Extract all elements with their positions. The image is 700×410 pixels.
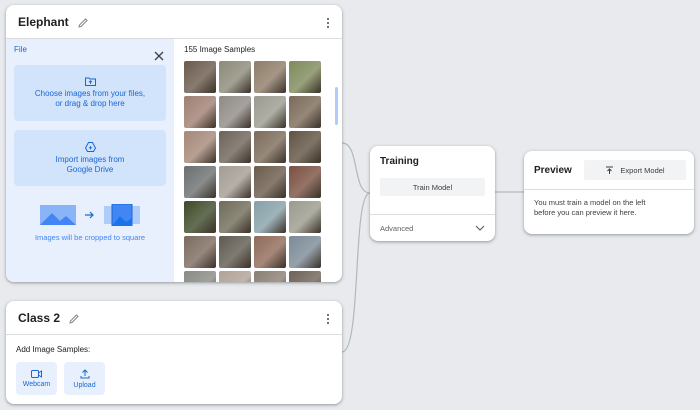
webcam-button[interactable]: Webcam bbox=[16, 362, 57, 395]
upload-icon bbox=[80, 368, 89, 378]
image-sample-thumbnail[interactable] bbox=[184, 96, 216, 128]
class-card-elephant: Elephant File Choose images from your fi… bbox=[6, 5, 342, 282]
preview-message-line-2: before you can preview it here. bbox=[534, 208, 637, 217]
image-sample-thumbnail[interactable] bbox=[219, 271, 251, 282]
image-sample-thumbnail[interactable] bbox=[184, 201, 216, 233]
image-sample-thumbnail[interactable] bbox=[184, 271, 216, 282]
drive-text-1: Import images from bbox=[55, 154, 125, 164]
choose-files-text-1: Choose images from your files, bbox=[34, 89, 146, 98]
image-sample-thumbnail[interactable] bbox=[219, 131, 251, 163]
close-icon[interactable] bbox=[154, 48, 164, 61]
image-sample-thumbnail[interactable] bbox=[254, 236, 286, 268]
image-samples-grid bbox=[184, 61, 332, 282]
image-sample-thumbnail[interactable] bbox=[289, 96, 321, 128]
image-sample-thumbnail[interactable] bbox=[254, 61, 286, 93]
image-sample-thumbnail[interactable] bbox=[254, 166, 286, 198]
image-sample-thumbnail[interactable] bbox=[254, 131, 286, 163]
videocam-icon bbox=[31, 369, 42, 378]
class-name[interactable]: Class 2 bbox=[18, 311, 60, 325]
preview-card: Preview Export Model You must train a mo… bbox=[524, 151, 694, 234]
image-sample-thumbnail[interactable] bbox=[219, 61, 251, 93]
scrollbar-thumb[interactable] bbox=[335, 87, 338, 125]
upload-pane: File Choose images from your files, or d… bbox=[6, 39, 174, 282]
file-label: File bbox=[14, 45, 27, 54]
class-name[interactable]: Elephant bbox=[18, 15, 69, 29]
image-sample-thumbnail[interactable] bbox=[289, 61, 321, 93]
google-drive-icon bbox=[84, 141, 96, 152]
chevron-down-icon bbox=[475, 224, 485, 232]
image-sample-thumbnail[interactable] bbox=[184, 236, 216, 268]
image-sample-thumbnail[interactable] bbox=[289, 166, 321, 198]
export-model-label: Export Model bbox=[620, 165, 665, 175]
train-model-button[interactable]: Train Model bbox=[380, 178, 485, 196]
add-samples-label: Add Image Samples: bbox=[16, 345, 91, 354]
drive-text-2: Google Drive bbox=[66, 164, 114, 174]
image-sample-thumbnail[interactable] bbox=[289, 131, 321, 163]
preview-title: Preview bbox=[534, 164, 572, 176]
image-sample-thumbnail[interactable] bbox=[184, 61, 216, 93]
image-sample-thumbnail[interactable] bbox=[184, 166, 216, 198]
image-sample-thumbnail[interactable] bbox=[219, 236, 251, 268]
image-sample-thumbnail[interactable] bbox=[289, 271, 321, 282]
samples-pane: 155 Image Samples bbox=[174, 39, 342, 282]
export-model-button[interactable]: Export Model bbox=[584, 160, 686, 180]
arrow-right-icon bbox=[85, 211, 94, 219]
webcam-label: Webcam bbox=[22, 380, 51, 388]
advanced-toggle[interactable]: Advanced bbox=[370, 214, 495, 241]
preview-message: You must train a model on the left befor… bbox=[524, 190, 694, 226]
upload-button[interactable]: Upload bbox=[64, 362, 105, 395]
image-sample-thumbnail[interactable] bbox=[254, 271, 286, 282]
samples-count: 155 Image Samples bbox=[184, 45, 256, 54]
edit-pencil-icon[interactable] bbox=[77, 16, 89, 28]
crop-illustration bbox=[14, 204, 166, 226]
image-sample-thumbnail[interactable] bbox=[219, 166, 251, 198]
cropped-image-icon bbox=[104, 204, 140, 226]
class-card-header: Elephant bbox=[6, 5, 342, 39]
edit-pencil-icon[interactable] bbox=[68, 312, 80, 324]
wide-image-icon bbox=[40, 205, 76, 225]
image-sample-thumbnail[interactable] bbox=[289, 236, 321, 268]
choose-files-dropzone[interactable]: Choose images from your files, or drag &… bbox=[14, 65, 166, 121]
folder-upload-icon bbox=[84, 77, 96, 86]
image-sample-thumbnail[interactable] bbox=[219, 201, 251, 233]
image-sample-thumbnail[interactable] bbox=[254, 96, 286, 128]
crop-note: Images will be cropped to square bbox=[34, 233, 146, 242]
class-card-class2: Class 2 Add Image Samples: Webcam Upload bbox=[6, 301, 342, 404]
export-icon bbox=[606, 166, 614, 174]
advanced-label: Advanced bbox=[380, 223, 414, 233]
image-sample-thumbnail[interactable] bbox=[254, 201, 286, 233]
choose-files-text-2: or drag & drop here bbox=[55, 99, 125, 108]
google-drive-import[interactable]: Import images from Google Drive bbox=[14, 130, 166, 186]
image-sample-thumbnail[interactable] bbox=[184, 131, 216, 163]
more-options-icon[interactable] bbox=[326, 16, 330, 29]
upload-label: Upload bbox=[73, 381, 96, 389]
class-card-header: Class 2 bbox=[6, 301, 342, 335]
image-sample-thumbnail[interactable] bbox=[289, 201, 321, 233]
more-options-icon[interactable] bbox=[326, 312, 330, 325]
preview-message-line-1: You must train a model on the left bbox=[534, 198, 646, 207]
training-title: Training bbox=[380, 156, 419, 167]
training-card: Training Train Model Advanced bbox=[370, 146, 495, 241]
image-sample-thumbnail[interactable] bbox=[219, 96, 251, 128]
